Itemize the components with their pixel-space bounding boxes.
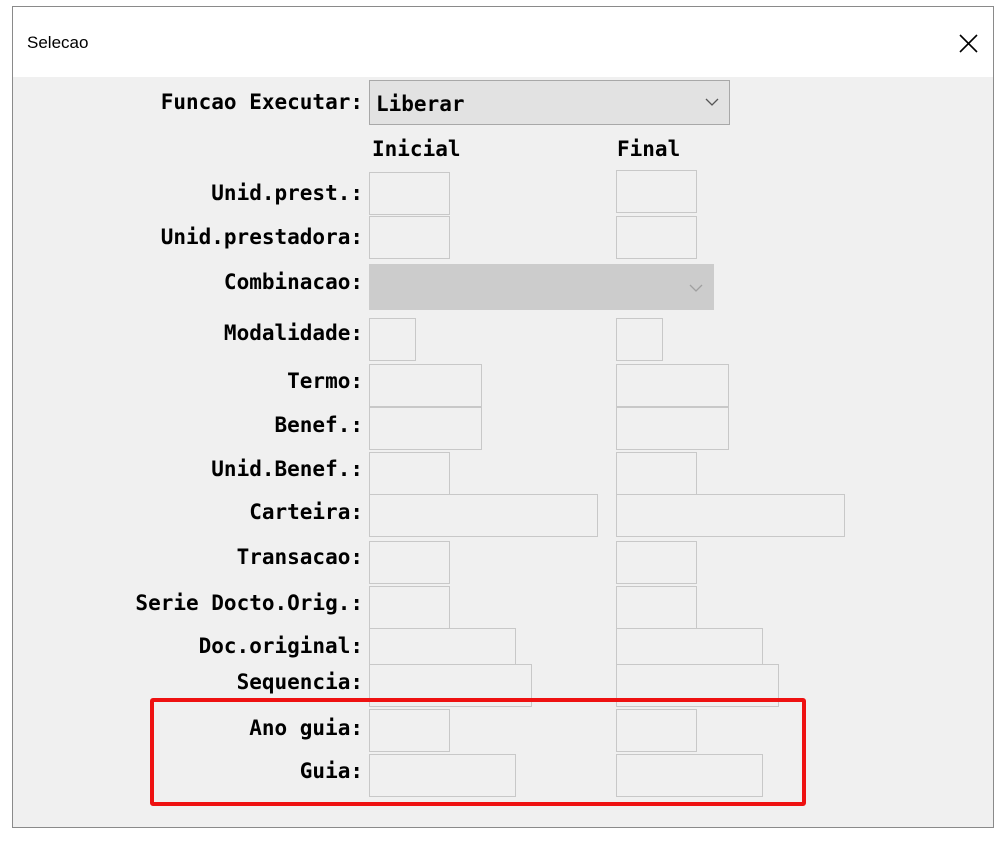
unid-prestadora-inicial-field[interactable]	[369, 216, 450, 259]
carteira-label: Carteira:	[249, 500, 363, 524]
col-header-final: Final	[617, 137, 681, 161]
funcao-executar-select[interactable]: Liberar	[369, 80, 730, 125]
col-header-inicial: Inicial	[372, 137, 461, 161]
benef-inicial-field[interactable]	[369, 407, 482, 450]
close-icon	[959, 34, 978, 53]
modalidade-inicial-field[interactable]	[369, 318, 416, 361]
chevron-down-icon	[705, 98, 719, 106]
unid-benef-final-field[interactable]	[616, 452, 697, 495]
close-button[interactable]	[953, 29, 983, 59]
title-bar: Selecao	[13, 7, 993, 77]
termo-inicial-field[interactable]	[369, 364, 482, 407]
serie-docto-orig-label: Serie Docto.Orig.:	[135, 591, 363, 615]
funcao-executar-value: Liberar	[376, 92, 465, 116]
sequencia-label: Sequencia:	[236, 670, 363, 694]
serie-docto-orig-final-field[interactable]	[616, 586, 697, 629]
serie-docto-orig-inicial-field[interactable]	[369, 586, 450, 629]
termo-label: Termo:	[287, 369, 363, 393]
carteira-inicial-field[interactable]	[369, 494, 598, 537]
modalidade-label: Modalidade:	[223, 321, 363, 345]
window-title: Selecao	[27, 33, 89, 52]
combinacao-select[interactable]	[369, 264, 714, 310]
unid-prest-label: Unid.prest.:	[211, 181, 363, 205]
unid-benef-inicial-field[interactable]	[369, 452, 450, 495]
unid-prest-final-field[interactable]	[616, 170, 697, 213]
doc-original-label: Doc.original:	[198, 634, 363, 658]
benef-final-field[interactable]	[616, 407, 729, 450]
modalidade-final-field[interactable]	[616, 318, 663, 361]
unid-benef-label: Unid.Benef.:	[211, 457, 363, 481]
termo-final-field[interactable]	[616, 364, 729, 407]
funcao-executar-label: Funcao Executar:	[160, 90, 363, 114]
carteira-final-field[interactable]	[616, 494, 845, 537]
unid-prestadora-label: Unid.prestadora:	[160, 225, 363, 249]
unid-prest-inicial-field[interactable]	[369, 172, 450, 215]
highlight-box	[150, 698, 806, 806]
chevron-down-icon	[689, 284, 703, 292]
transacao-final-field[interactable]	[616, 541, 697, 584]
transacao-label: Transacao:	[236, 545, 363, 569]
combinacao-label: Combinacao:	[223, 270, 363, 294]
transacao-inicial-field[interactable]	[369, 541, 450, 584]
unid-prestadora-final-field[interactable]	[616, 216, 697, 259]
benef-label: Benef.:	[274, 413, 363, 437]
